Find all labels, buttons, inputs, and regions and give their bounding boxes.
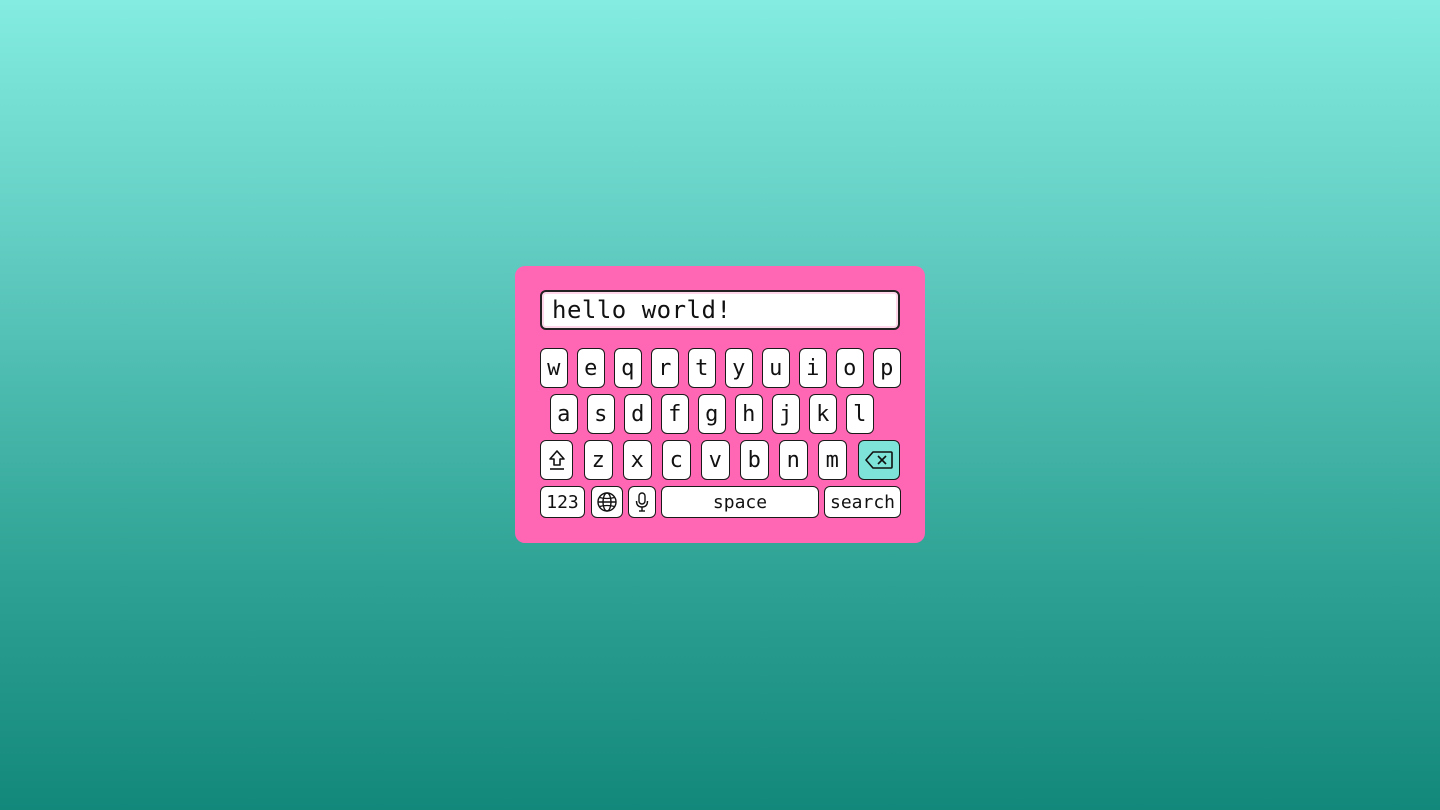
- space-key[interactable]: space: [661, 486, 819, 518]
- key-row-1: w e q r t y u i o p: [540, 348, 901, 388]
- key-row-3: z x c v b n m: [540, 440, 900, 480]
- key-v[interactable]: v: [700, 440, 730, 480]
- keyboard-panel: hello world! w e q r t y u i o p a s d f…: [515, 266, 925, 543]
- shift-key[interactable]: [540, 440, 573, 480]
- key-l[interactable]: l: [846, 394, 874, 434]
- key-k[interactable]: k: [809, 394, 837, 434]
- key-y[interactable]: y: [725, 348, 753, 388]
- key-e[interactable]: e: [577, 348, 605, 388]
- microphone-key[interactable]: [628, 486, 656, 518]
- key-row-2: a s d f g h j k l: [550, 394, 874, 434]
- shift-arrow-icon: [548, 450, 565, 470]
- key-p[interactable]: p: [873, 348, 901, 388]
- key-n[interactable]: n: [778, 440, 808, 480]
- key-r[interactable]: r: [651, 348, 679, 388]
- key-t[interactable]: t: [688, 348, 716, 388]
- key-d[interactable]: d: [624, 394, 652, 434]
- globe-key[interactable]: [591, 486, 623, 518]
- backspace-key[interactable]: [857, 440, 900, 480]
- key-j[interactable]: j: [772, 394, 800, 434]
- key-b[interactable]: b: [739, 440, 769, 480]
- key-c[interactable]: c: [661, 440, 691, 480]
- key-g[interactable]: g: [698, 394, 726, 434]
- globe-icon: [597, 492, 617, 512]
- key-f[interactable]: f: [661, 394, 689, 434]
- backspace-icon: [864, 451, 893, 469]
- key-h[interactable]: h: [735, 394, 763, 434]
- microphone-icon: [635, 492, 649, 512]
- key-w[interactable]: w: [540, 348, 568, 388]
- key-row-4: 123 space search: [540, 486, 901, 518]
- key-s[interactable]: s: [587, 394, 615, 434]
- key-m[interactable]: m: [817, 440, 847, 480]
- key-u[interactable]: u: [762, 348, 790, 388]
- key-a[interactable]: a: [550, 394, 578, 434]
- key-q[interactable]: q: [614, 348, 642, 388]
- key-o[interactable]: o: [836, 348, 864, 388]
- key-z[interactable]: z: [583, 440, 613, 480]
- search-key[interactable]: search: [824, 486, 901, 518]
- key-i[interactable]: i: [799, 348, 827, 388]
- search-input[interactable]: hello world!: [540, 290, 900, 330]
- numbers-key[interactable]: 123: [540, 486, 585, 518]
- key-x[interactable]: x: [622, 440, 652, 480]
